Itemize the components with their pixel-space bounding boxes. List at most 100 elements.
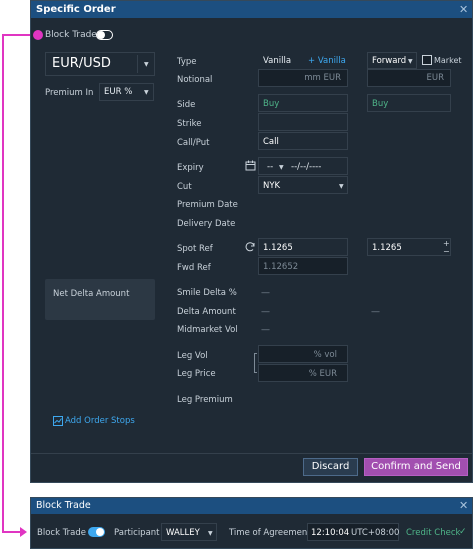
spot-decrement-icon[interactable]: − <box>443 247 450 256</box>
time-value: 12:10:04 <box>311 528 350 538</box>
annotation-connector-bottom <box>2 531 22 533</box>
block-trade-toggle-on[interactable] <box>88 527 105 537</box>
leg1-price-input[interactable]: % EUR <box>258 364 348 382</box>
chevron-down-icon: ▼ <box>208 530 213 537</box>
chevron-down-icon: ▼ <box>339 183 344 190</box>
leg1-call-put-value: Call <box>263 137 279 147</box>
leg1-expiry-input[interactable]: -- ▼ --/--/---- <box>258 157 348 175</box>
specific-order-panel: Specific Order ✕ Block Trade EUR/USD ▼ P… <box>30 0 473 483</box>
market-checkbox[interactable] <box>422 55 432 65</box>
time-of-agreement-input[interactable]: 12:10:04 UTC+08:00 <box>307 523 399 541</box>
participant-value: WALLEY <box>166 528 200 538</box>
close-icon[interactable]: ✕ <box>459 500 468 511</box>
add-order-stops-icon[interactable] <box>53 416 63 426</box>
discard-label: Discard <box>311 461 350 472</box>
leg1-type-value: Vanilla <box>263 56 292 66</box>
ccy-pair-selector[interactable]: EUR/USD ▼ <box>45 52 155 76</box>
ccy-pair-divider <box>137 55 138 73</box>
annotation-dot <box>33 30 43 40</box>
leg1-call-put-field[interactable]: Call <box>258 132 348 150</box>
chevron-down-icon: ▼ <box>408 58 413 65</box>
leg2-spot-ref-value: 1.1265 <box>372 243 402 253</box>
title-bar: Specific Order ✕ <box>31 1 472 18</box>
block-trade-toggle[interactable] <box>96 30 113 40</box>
leg2-spot-ref-input[interactable]: 1.1265 + − <box>367 238 451 256</box>
discard-button[interactable]: Discard <box>303 458 358 476</box>
expiry-label: Expiry <box>177 163 204 173</box>
leg2-type-select[interactable]: Forward ▼ <box>367 52 417 69</box>
leg1-fwd-ref-value: 1.12652 <box>263 262 299 272</box>
leg1-smile-delta-value: — <box>261 288 270 298</box>
leg2-delta-amount-value: — <box>371 307 380 317</box>
block-trade-panel: Block Trade ✕ Block Trade Participant WA… <box>30 497 473 549</box>
leg2-side-value: Buy <box>372 99 389 109</box>
call-put-label: Call/Put <box>177 138 210 148</box>
premium-in-label: Premium In <box>45 88 94 98</box>
side-label: Side <box>177 100 196 110</box>
block-trade-toggle-label: Block Trade <box>37 528 86 538</box>
net-delta-label: Net Delta Amount <box>53 289 130 299</box>
leg1-vol-input[interactable]: % vol <box>258 345 348 363</box>
ccy-pair-value: EUR/USD <box>52 56 111 71</box>
add-order-stops-link[interactable]: Add Order Stops <box>65 416 135 426</box>
leg1-price-placeholder: % EUR <box>308 369 337 379</box>
block-title-bar: Block Trade ✕ <box>31 498 472 514</box>
expiry-tenor: -- <box>267 162 274 172</box>
notional-label: Notional <box>177 75 213 85</box>
leg1-midmarket-vol-value: — <box>261 325 270 335</box>
strike-label: Strike <box>177 119 202 129</box>
leg2-notional-placeholder: EUR <box>426 73 445 83</box>
leg1-notional-input[interactable]: mm EUR <box>258 69 348 87</box>
cut-label: Cut <box>177 182 192 192</box>
confirm-send-button[interactable]: Confirm and Send <box>364 458 468 476</box>
leg1-delta-amount-value: — <box>261 307 270 317</box>
chevron-down-icon: ▼ <box>144 61 149 68</box>
leg1-side-value: Buy <box>263 99 280 109</box>
block-panel-title: Block Trade <box>36 500 91 511</box>
premium-in-value: EUR % <box>104 87 133 97</box>
midmarket-vol-label: Midmarket Vol <box>177 325 238 335</box>
leg1-notional-placeholder: mm EUR <box>304 73 341 83</box>
credit-check-status: Credit Check <box>406 528 461 538</box>
calendar-icon[interactable] <box>245 160 256 171</box>
delta-amount-label: Delta Amount <box>177 307 236 317</box>
delivery-date-label: Delivery Date <box>177 219 236 229</box>
chevron-down-icon: ▼ <box>144 89 149 96</box>
toggle-knob <box>97 31 105 39</box>
smile-delta-label: Smile Delta % <box>177 288 237 298</box>
leg-vol-bracket <box>254 353 257 373</box>
leg-price-label: Leg Price <box>177 369 216 379</box>
leg1-cut-value: NYK <box>263 181 281 191</box>
add-vanilla-link[interactable]: + Vanilla <box>308 56 346 66</box>
leg1-vol-placeholder: % vol <box>313 350 337 360</box>
timezone-value: UTC+08:00 <box>351 528 400 538</box>
premium-date-label: Premium Date <box>177 200 238 210</box>
leg1-spot-ref-input[interactable]: 1.1265 <box>258 238 348 256</box>
fwd-ref-label: Fwd Ref <box>177 263 211 273</box>
leg2-notional-input[interactable]: EUR <box>367 69 451 87</box>
leg1-side-field[interactable]: Buy <box>258 94 348 112</box>
close-icon[interactable]: ✕ <box>459 4 468 15</box>
premium-in-select[interactable]: EUR % ▼ <box>99 83 154 101</box>
block-trade-label: Block Trade <box>45 30 97 40</box>
refresh-icon[interactable] <box>244 241 256 253</box>
participant-select[interactable]: WALLEY ▼ <box>161 523 217 541</box>
expiry-date: --/--/---- <box>291 162 322 172</box>
annotation-connector-vertical <box>2 34 4 533</box>
leg1-cut-select[interactable]: NYK ▼ <box>258 176 348 194</box>
type-label: Type <box>177 57 197 67</box>
leg1-type-field[interactable]: Vanilla <box>258 52 300 69</box>
leg1-spot-ref-value: 1.1265 <box>263 243 293 253</box>
confirm-send-label: Confirm and Send <box>371 461 461 472</box>
leg1-fwd-ref-field: 1.12652 <box>258 257 348 275</box>
market-label: Market <box>434 56 462 65</box>
time-of-agreement-label: Time of Agreement <box>229 528 311 538</box>
leg-vol-label: Leg Vol <box>177 351 208 361</box>
panel-title: Specific Order <box>36 4 116 15</box>
leg2-side-field[interactable]: Buy <box>367 94 451 112</box>
annotation-arrowhead <box>20 527 27 537</box>
check-icon: ✓ <box>459 527 467 537</box>
spot-ref-label: Spot Ref <box>177 244 213 254</box>
leg2-type-value: Forward <box>372 56 407 66</box>
leg1-strike-input[interactable] <box>258 113 348 131</box>
